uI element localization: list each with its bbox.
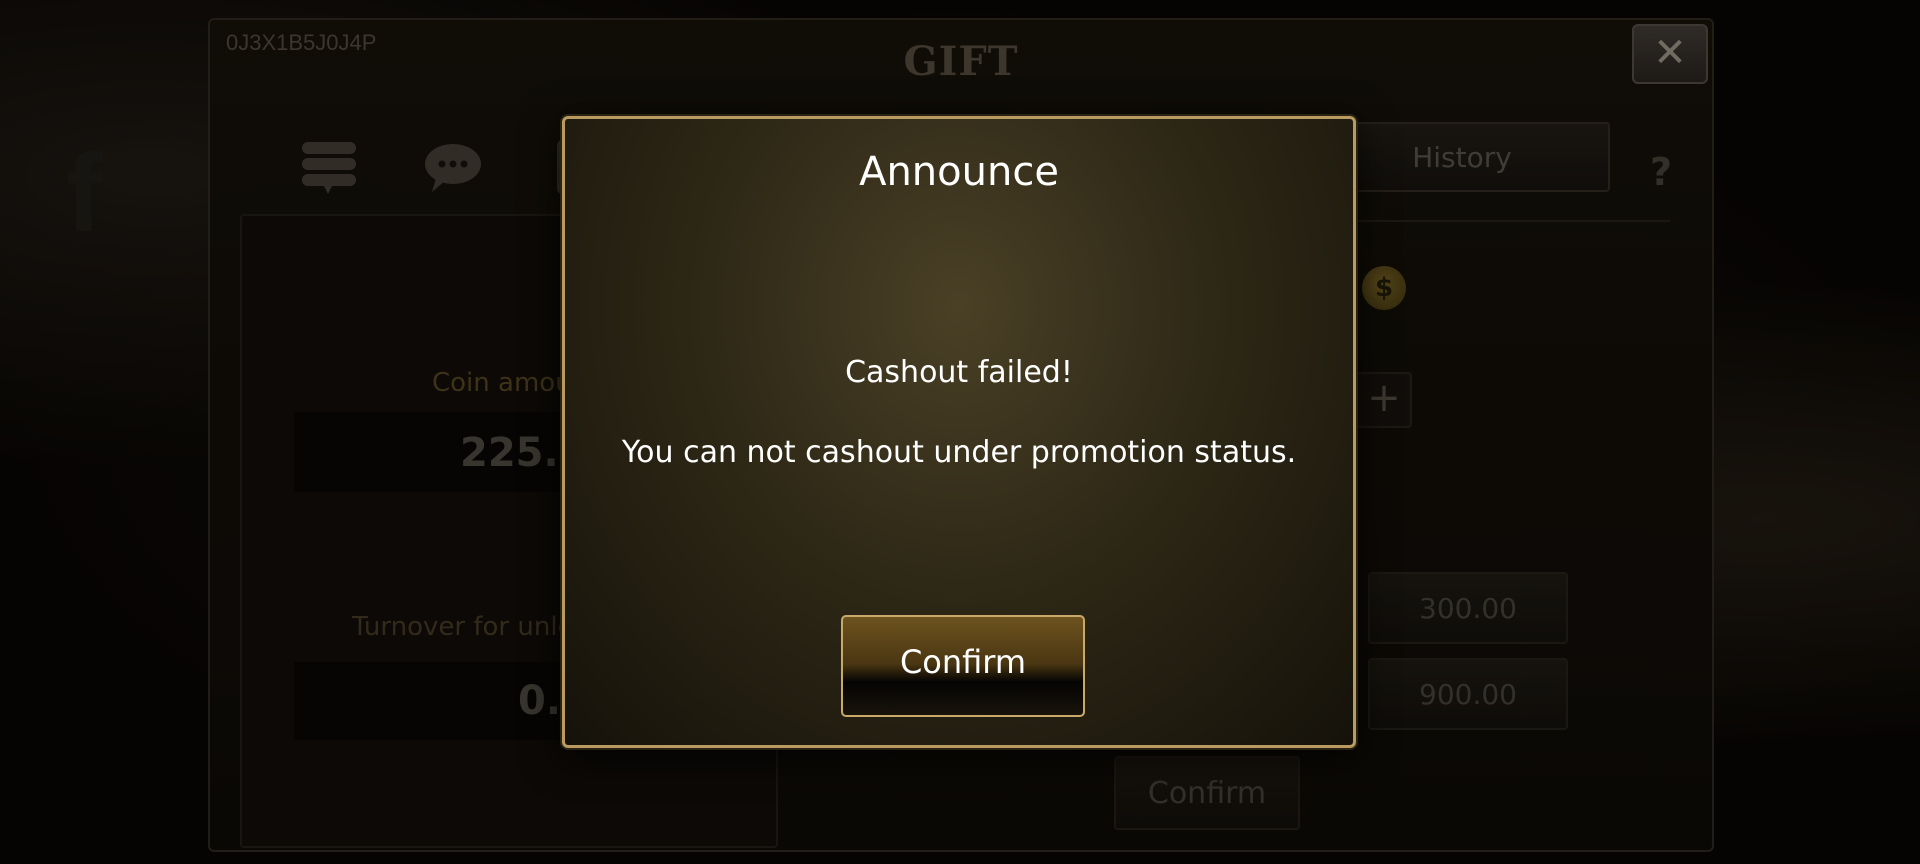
dialog-message-title: Cashout failed! [845,355,1073,390]
confirm-button[interactable]: Confirm [841,615,1085,717]
dialog-message-body: You can not cashout under promotion stat… [621,435,1297,470]
dialog-title: Announce [859,149,1059,195]
announce-dialog: Announce Cashout failed! You can not cas… [562,116,1356,748]
game-screen: f 0J3X1B5J0J4P GIFT ✕ History ? Coin amo… [0,0,1920,864]
